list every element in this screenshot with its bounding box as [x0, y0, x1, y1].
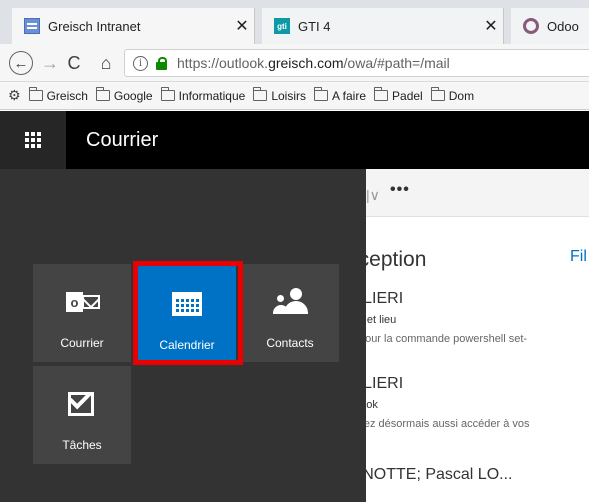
forward-arrow-icon[interactable]: →: [38, 51, 62, 75]
app-tile-label: Tâches: [62, 438, 102, 452]
bookmark-greisch[interactable]: Greisch: [28, 87, 88, 103]
filter-link[interactable]: Fil: [570, 248, 587, 266]
message-sender: VOLIERI: [340, 375, 404, 392]
close-icon[interactable]: ✕: [479, 16, 503, 36]
owa-header: Courrier: [0, 111, 589, 169]
folder-icon: [160, 87, 175, 101]
app-tile-label: Courrier: [60, 336, 104, 350]
settings-gear-icon[interactable]: ⚙: [8, 87, 21, 104]
bookmarks-bar: ⚙ Greisch Google Informatique Loisirs A …: [0, 82, 589, 110]
intranet-favicon-icon: [24, 18, 40, 34]
folder-icon: [28, 87, 43, 101]
app-tile-label: Calendrier: [159, 338, 215, 352]
app-tile-contacts[interactable]: Contacts: [241, 264, 339, 362]
folder-icon: [314, 87, 328, 101]
url-prefix: https://outlook.: [177, 55, 269, 71]
close-icon[interactable]: ✕: [230, 16, 254, 36]
tab-greisch-intranet[interactable]: Greisch Intranet ✕: [12, 8, 255, 44]
tab-title: GTI 4: [298, 18, 331, 34]
message-subject: objet et lieu: [340, 314, 397, 326]
gti-favicon-icon: gti: [274, 18, 290, 34]
bookmark-label: Dom: [448, 88, 475, 103]
folder-icon: [253, 87, 268, 101]
tasks-checkbox-icon: [62, 386, 102, 422]
message-subject: Outlook: [340, 399, 530, 411]
home-icon[interactable]: ⌂: [94, 51, 118, 75]
back-arrow-icon[interactable]: ←: [9, 51, 33, 75]
url-path: /owa/#path=/mail: [343, 55, 450, 71]
reload-icon[interactable]: C: [62, 51, 86, 75]
site-info-icon[interactable]: i: [133, 55, 148, 71]
folder-icon: [430, 87, 445, 101]
message-preview: pouvez désormais aussi accéder à vos: [340, 418, 530, 430]
people-icon: [270, 284, 310, 320]
more-options-icon[interactable]: •••: [390, 181, 410, 199]
bookmark-label: A faire: [332, 88, 367, 103]
message-item[interactable]: VOLIERI Outlook pouvez désormais aussi a…: [340, 375, 530, 430]
tab-title: Greisch Intranet: [48, 18, 141, 34]
calendar-icon: [167, 286, 207, 322]
browser-toolbar: ← → C ⌂ i https://outlook. greisch.com/ow…: [0, 44, 589, 82]
bookmark-padel[interactable]: Padel: [374, 87, 423, 103]
folder-icon: [95, 87, 110, 101]
message-preview: rde pour la commande powershell set-: [340, 333, 528, 345]
app-title: Courrier: [86, 129, 159, 151]
tab-gti-4[interactable]: gti GTI 4 ✕: [262, 8, 504, 44]
bookmark-loisirs[interactable]: Loisirs: [253, 87, 306, 103]
waffle-icon: [25, 132, 41, 148]
bookmark-label: Padel: [392, 88, 423, 103]
bookmark-a-faire[interactable]: A faire: [314, 87, 367, 103]
bookmark-label: Informatique: [178, 88, 246, 103]
bookmark-label: Loisirs: [271, 88, 306, 103]
app-launcher-button[interactable]: [0, 111, 66, 169]
address-bar[interactable]: i https://outlook. greisch.com/owa/#path=…: [124, 49, 589, 77]
app-tile-taches[interactable]: Tâches: [33, 366, 131, 464]
app-tile-label: Contacts: [266, 336, 314, 350]
bookmark-informatique[interactable]: Informatique: [160, 87, 246, 103]
bookmark-google[interactable]: Google: [95, 87, 153, 103]
tab-title: Odoo: [547, 18, 579, 34]
browser-tab-strip: Greisch Intranet ✕ gti GTI 4 ✕ Odoo: [0, 0, 589, 44]
folder-icon: [374, 87, 389, 101]
odoo-favicon-icon: [523, 18, 539, 34]
message-sender: VOLIERI: [340, 290, 404, 307]
dropdown-chevron-icon[interactable]: |∨: [366, 187, 380, 204]
message-item[interactable]: VOLIERI objet et lieu rde pour la comman…: [340, 290, 527, 345]
tab-odoo[interactable]: Odoo: [511, 8, 589, 44]
app-launcher-panel: o Courrier Calendrier Contacts Tâches: [0, 169, 366, 502]
bookmark-label: Google: [113, 88, 153, 103]
bookmark-dom[interactable]: Dom: [430, 87, 475, 103]
app-tile-calendrier[interactable]: Calendrier: [138, 266, 236, 364]
outlook-mail-icon: o: [62, 284, 102, 320]
app-tile-courrier[interactable]: o Courrier: [33, 264, 131, 362]
bookmark-label: Greisch: [46, 88, 88, 103]
lock-icon: [156, 57, 167, 70]
url-host: greisch.com: [268, 55, 344, 71]
